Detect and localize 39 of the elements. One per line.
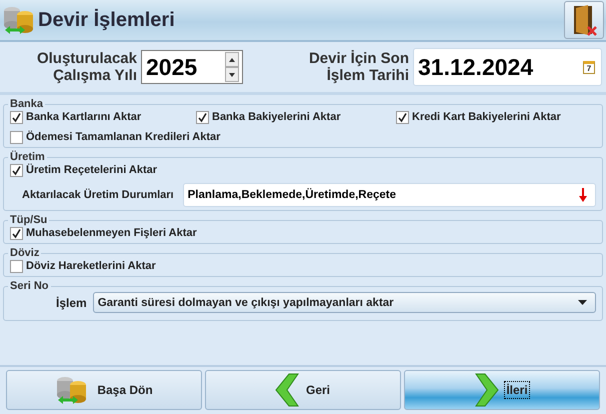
group-title: Üretim (9, 151, 46, 163)
field-label: Devir İçin Son İşlem Tarihi (308, 50, 409, 84)
status-select-field[interactable]: Planlama,Beklemede,Üretimde,Reçete (182, 183, 596, 207)
spin-up-button[interactable] (225, 52, 239, 67)
group-title: Döviz (9, 247, 40, 259)
checkbox[interactable]: Kredi Kart Bakiyelerini Aktar (396, 110, 561, 124)
exit-button[interactable] (564, 1, 604, 39)
checkbox[interactable]: Döviz Hareketlerini Aktar (10, 259, 156, 273)
left-chevron-icon (274, 373, 299, 407)
checkmark-icon (197, 112, 208, 122)
checkmark-icon (11, 228, 22, 238)
right-chevron-icon (475, 373, 500, 407)
field-label: İşlem (56, 296, 87, 310)
checkmark-icon (397, 112, 408, 122)
field-label: Aktarılacak Üretim Durumları (22, 189, 174, 201)
checkbox[interactable]: Üretim Reçetelerini Aktar (10, 163, 158, 177)
checkmark-icon (11, 112, 22, 122)
nav-button[interactable]: Geri (205, 370, 401, 410)
spin-down-button[interactable] (225, 67, 239, 82)
checkbox[interactable]: Muhasebelenmeyen Fişleri Aktar (10, 226, 197, 240)
group-title: Seri No (9, 280, 50, 292)
window-title: Devir İşlemleri (38, 8, 176, 32)
group-title: Tüp/Su (9, 214, 48, 226)
operation-dropdown[interactable]: Garanti süresi dolmayan ve çıkışı yapılmayanları aktar (92, 292, 596, 313)
up-triangle-icon (229, 58, 235, 62)
dropdown-caret-icon[interactable] (578, 300, 587, 305)
calendar-icon[interactable]: 7 (583, 60, 595, 74)
down-triangle-icon (229, 72, 235, 76)
date-field[interactable]: 31.12.2024 7 (413, 48, 602, 86)
field-label: Oluşturulacak Çalışma Yılı (36, 50, 137, 84)
checkmark-icon (11, 164, 22, 176)
nav-button[interactable]: İleri (404, 370, 600, 410)
checkbox[interactable]: Banka Bakiyelerini Aktar (196, 110, 341, 124)
checkbox[interactable]: Ödemesi Tamamlanan Kredileri Aktar (10, 130, 220, 144)
nav-button[interactable]: Başa Dön (6, 370, 202, 410)
checkbox[interactable]: Banka Kartlarını Aktar (10, 110, 142, 124)
group-title: Banka (9, 98, 44, 110)
year-field[interactable]: 2025 (141, 50, 243, 84)
down-arrow-icon[interactable] (579, 188, 587, 202)
